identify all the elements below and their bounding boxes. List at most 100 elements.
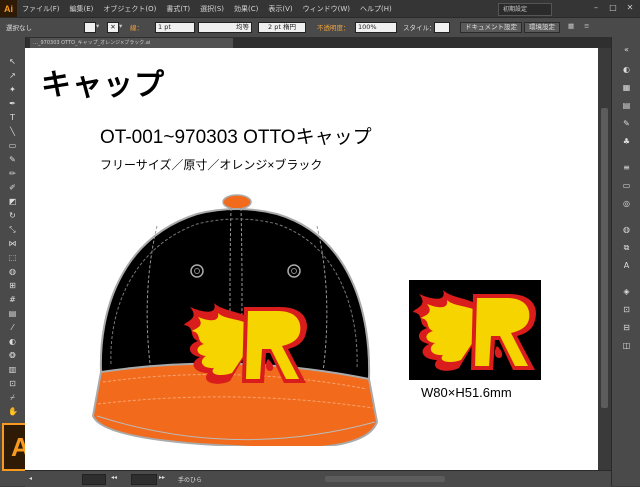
stroke-panel-icon[interactable]: ≡ bbox=[621, 163, 632, 172]
rotate-tool-icon[interactable]: ↻ bbox=[8, 211, 17, 220]
free-transform-tool-icon[interactable]: ⬚ bbox=[8, 253, 17, 262]
menu-bar: Ai ファイル(F) 編集(E) オブジェクト(O) 書式(T) 選択(S) 効… bbox=[0, 0, 640, 17]
pathfinder-panel-icon[interactable]: ◫ bbox=[621, 341, 632, 350]
maximize-icon[interactable]: □ bbox=[605, 2, 621, 14]
selection-tool-icon[interactable]: ↖ bbox=[8, 57, 17, 66]
swatches-panel-icon[interactable]: ▤ bbox=[621, 101, 632, 110]
pen-tool-icon[interactable]: ✒ bbox=[8, 99, 17, 108]
stroke-label[interactable]: 線： bbox=[130, 22, 143, 32]
menu-effect[interactable]: 効果(C) bbox=[229, 4, 263, 14]
rectangle-tool-icon[interactable]: ▭ bbox=[8, 141, 17, 150]
current-tool-status: 手のひら bbox=[178, 477, 203, 484]
opacity-label[interactable]: 不透明度： bbox=[317, 22, 350, 32]
document-settings-button[interactable]: ドキュメント設定 bbox=[460, 22, 522, 33]
panel-menu-icon[interactable]: ≡ bbox=[584, 22, 589, 30]
blend-tool-icon[interactable]: ◐ bbox=[8, 337, 17, 346]
color-guide-icon[interactable]: ▦ bbox=[621, 83, 632, 92]
artboards-panel-icon[interactable]: ⊡ bbox=[621, 305, 632, 314]
style-label: スタイル： bbox=[403, 24, 436, 32]
blob-brush-tool-icon[interactable]: ✐ bbox=[8, 183, 17, 192]
type-tool-icon[interactable]: T bbox=[8, 113, 17, 122]
stroke-dropdown-icon[interactable]: ▾ bbox=[119, 22, 122, 30]
opacity-field[interactable]: 100% bbox=[355, 22, 397, 33]
direct-selection-tool-icon[interactable]: ↗ bbox=[8, 71, 17, 80]
scale-tool-icon[interactable]: ⤡ bbox=[8, 225, 17, 234]
flame-logo: R bbox=[184, 303, 307, 384]
arrange-icon[interactable]: ▦ bbox=[568, 22, 574, 30]
brush-select[interactable]: 2 pt 楕円 bbox=[258, 22, 306, 33]
patch-flame-logo bbox=[413, 290, 536, 371]
close-icon[interactable]: ✕ bbox=[622, 2, 638, 14]
line-tool-icon[interactable]: ╲ bbox=[8, 127, 17, 136]
align-panel-icon[interactable]: ⊟ bbox=[621, 323, 632, 332]
graphic-styles-panel-icon[interactable]: ⧉ bbox=[621, 243, 632, 252]
menu-object[interactable]: オブジェクト(O) bbox=[98, 4, 161, 14]
artboard-number-field[interactable] bbox=[131, 474, 157, 485]
stroke-weight-field[interactable]: 1 pt bbox=[155, 22, 195, 33]
zoom-field-icon[interactable]: ◂ bbox=[29, 475, 32, 482]
tools-panel: ↖ ↗ ✦ ✒ T ╲ ▭ ✎ ✏ ✐ ◩ ↻ ⤡ ⋈ ⬚ ◍ ⊞ # ▤ ⁄ … bbox=[0, 37, 26, 486]
magic-wand-tool-icon[interactable]: ✦ bbox=[8, 85, 17, 94]
stroke-profile-select[interactable]: 均等 bbox=[198, 22, 252, 33]
product-spec: フリーサイズ／原寸／オレンジ×ブラック bbox=[100, 158, 323, 172]
gradient-panel-icon[interactable]: ▭ bbox=[621, 181, 632, 190]
logo-patch bbox=[409, 280, 541, 380]
artboard-tool-icon[interactable]: ⊡ bbox=[8, 379, 17, 388]
menu-type[interactable]: 書式(T) bbox=[161, 4, 195, 14]
mesh-tool-icon[interactable]: # bbox=[8, 295, 17, 304]
product-title: OT-001~970303 OTTOキャップ bbox=[100, 127, 372, 148]
menu-view[interactable]: 表示(V) bbox=[263, 4, 297, 14]
zoom-field[interactable] bbox=[82, 474, 106, 485]
symbol-sprayer-tool-icon[interactable]: ❂ bbox=[8, 351, 17, 360]
panel-dock: « ◐ ▦ ▤ ✎ ♣ ≡ ▭ ◎ ◍ ⧉ A ◈ ⊡ ⊟ ◫ bbox=[611, 37, 640, 486]
next-artboard-icon[interactable]: ▸▸ bbox=[159, 474, 165, 481]
style-swatch[interactable] bbox=[434, 22, 450, 33]
preferences-button[interactable]: 環境設定 bbox=[524, 22, 560, 33]
selection-status: 選択なし bbox=[6, 24, 32, 32]
horizontal-scroll-thumb[interactable] bbox=[325, 476, 445, 482]
workspace-switcher[interactable]: 初期設定 bbox=[497, 3, 552, 16]
menu-file[interactable]: ファイル(F) bbox=[17, 4, 65, 14]
stroke-swatch[interactable]: ✕ bbox=[107, 22, 119, 33]
menu-edit[interactable]: 編集(E) bbox=[65, 4, 99, 14]
appearance-panel-icon[interactable]: ◍ bbox=[621, 225, 632, 234]
eyedropper-tool-icon[interactable]: ⁄ bbox=[8, 323, 17, 332]
document-tab[interactable]: …_970303 OTTO_キャップ_オレンジ×ブラック.ai bbox=[30, 38, 233, 48]
pencil-tool-icon[interactable]: ✏ bbox=[8, 169, 17, 178]
cap-button bbox=[222, 194, 252, 210]
vertical-scrollbar[interactable] bbox=[598, 48, 611, 470]
shape-builder-tool-icon[interactable]: ◍ bbox=[8, 267, 17, 276]
artboard[interactable]: キャップ OT-001~970303 OTTOキャップ フリーサイズ／原寸／オレ… bbox=[25, 48, 598, 470]
page-heading: キャップ bbox=[41, 68, 165, 103]
collapse-panels-icon[interactable]: « bbox=[621, 45, 632, 54]
menu-window[interactable]: ウィンドウ(W) bbox=[298, 4, 355, 14]
document-tab-bar: …_970303 OTTO_キャップ_オレンジ×ブラック.ai bbox=[25, 37, 611, 48]
brushes-panel-icon[interactable]: ✎ bbox=[621, 119, 632, 128]
eyelet-right bbox=[287, 264, 301, 278]
hand-tool-icon[interactable]: ✋ bbox=[8, 407, 18, 416]
eraser-tool-icon[interactable]: ◩ bbox=[8, 197, 17, 206]
fill-swatch[interactable] bbox=[84, 22, 96, 33]
menu-select[interactable]: 選択(S) bbox=[195, 4, 229, 14]
paintbrush-tool-icon[interactable]: ✎ bbox=[8, 155, 17, 164]
cap-brim bbox=[91, 362, 379, 446]
gradient-tool-icon[interactable]: ▤ bbox=[8, 309, 17, 318]
minimize-icon[interactable]: – bbox=[588, 2, 604, 14]
cap-illustration: R bbox=[91, 194, 379, 446]
eyelet-left bbox=[190, 264, 204, 278]
first-artboard-icon[interactable]: ◂◂ bbox=[111, 474, 117, 481]
patch-size-label: W80×H51.6mm bbox=[421, 385, 512, 400]
layers-panel-icon[interactable]: ◈ bbox=[621, 287, 632, 296]
width-tool-icon[interactable]: ⋈ bbox=[8, 239, 17, 248]
symbols-panel-icon[interactable]: ♣ bbox=[621, 137, 632, 146]
fill-dropdown-icon[interactable]: ▾ bbox=[96, 22, 99, 30]
app-logo: Ai bbox=[0, 0, 17, 17]
graph-tool-icon[interactable]: ▥ bbox=[8, 365, 17, 374]
perspective-tool-icon[interactable]: ⊞ bbox=[8, 281, 17, 290]
color-panel-icon[interactable]: ◐ bbox=[621, 65, 632, 74]
character-panel-icon[interactable]: A bbox=[621, 261, 632, 270]
slice-tool-icon[interactable]: ⌿ bbox=[8, 393, 17, 402]
transparency-panel-icon[interactable]: ◎ bbox=[621, 199, 632, 208]
menu-help[interactable]: ヘルプ(H) bbox=[355, 4, 397, 14]
vertical-scroll-thumb[interactable] bbox=[601, 108, 608, 408]
